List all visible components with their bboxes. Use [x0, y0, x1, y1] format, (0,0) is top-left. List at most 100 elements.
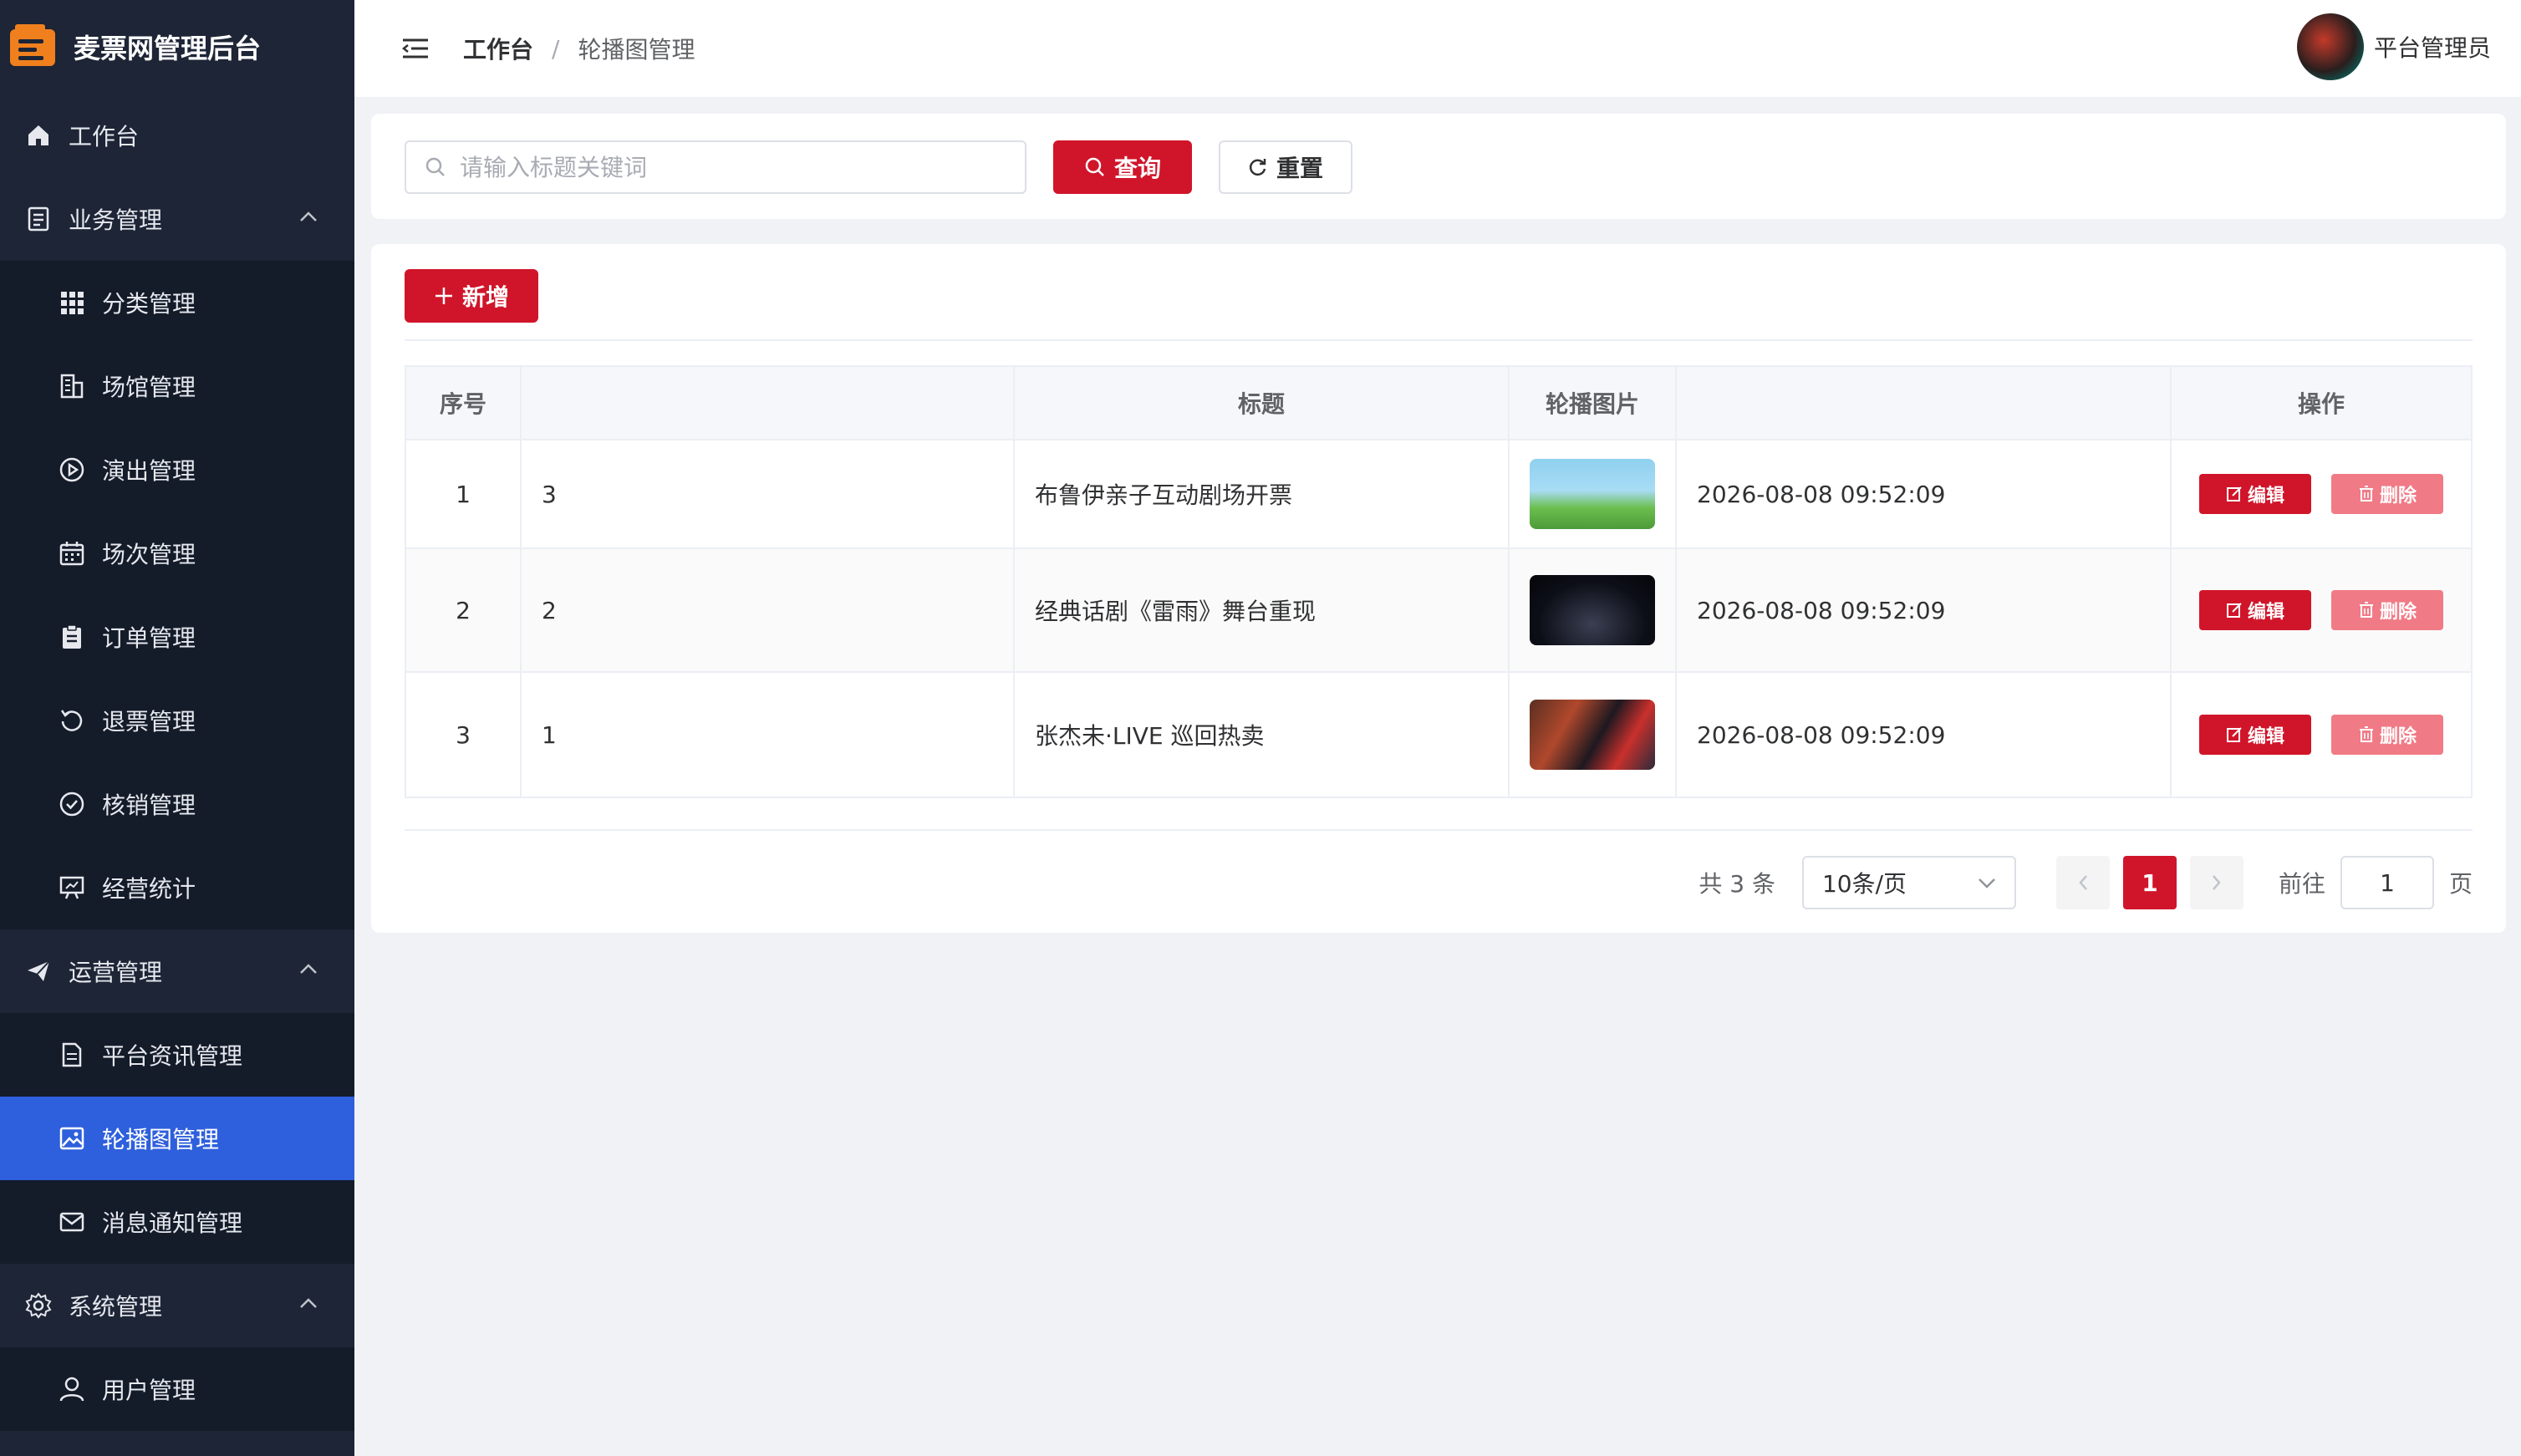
sidebar-item-label: 订单管理	[102, 624, 196, 652]
avatar[interactable]	[2296, 13, 2364, 80]
row-actions: 编辑 删除	[2172, 549, 2471, 671]
row-title: 张杰未·LIVE 巡回热卖	[1015, 673, 1510, 797]
sidebar-item-venue[interactable]: 场馆管理	[0, 344, 354, 428]
sidebar-item-category[interactable]: 分类管理	[0, 261, 354, 344]
reset-button[interactable]: 重置	[1219, 140, 1352, 194]
sidebar-item-notice[interactable]: 消息通知管理	[0, 1180, 354, 1264]
sidebar-item-label: 核销管理	[102, 792, 196, 819]
prev-page-button[interactable]	[2055, 856, 2110, 909]
delete-button[interactable]: 删除	[2331, 474, 2443, 514]
edit-button[interactable]: 编辑	[2199, 715, 2311, 755]
column-header-index: 序号	[406, 367, 522, 439]
delete-button[interactable]: 删除	[2331, 715, 2443, 755]
sidebar-group-operation[interactable]: 运营管理	[0, 929, 354, 1013]
sidebar-item-order[interactable]: 订单管理	[0, 595, 354, 679]
column-header-sort	[522, 367, 1015, 439]
row-index: 1	[406, 440, 522, 547]
sidebar-item-label: 平台资讯管理	[102, 1042, 243, 1070]
sidebar-item-show[interactable]: 演出管理	[0, 428, 354, 512]
building-icon	[60, 374, 84, 399]
pagination: 共 3 条 10条/页 1 前往 1 页	[1698, 856, 2473, 909]
table-row: 1 3 布鲁伊亲子互动剧场开票 2026-08-08 09:52:09 编辑 删…	[406, 440, 2471, 549]
page-size-select[interactable]: 10条/页	[1801, 856, 2016, 909]
row-sort: 1	[522, 673, 1015, 797]
delete-label: 删除	[2379, 726, 2417, 747]
user-menu[interactable]: 平台管理员	[2296, 13, 2491, 80]
table-row: 2 2 经典话剧《雷雨》舞台重现 2026-08-08 09:52:09 编辑 …	[406, 549, 2471, 673]
gear-icon	[25, 1292, 52, 1319]
breadcrumb-home[interactable]: 工作台	[463, 32, 533, 65]
sidebar-item-session[interactable]: 场次管理	[0, 512, 354, 595]
edit-icon	[2226, 486, 2242, 501]
banner-table: 序号 标题 轮播图片 操作 1 3 布鲁伊亲子互动剧场开票 2026-08-08…	[405, 365, 2473, 798]
edit-icon	[2226, 603, 2242, 618]
search-input[interactable]	[458, 152, 996, 182]
plus-icon	[435, 288, 452, 304]
pagination-divider	[405, 829, 2473, 831]
banner-thumbnail[interactable]	[1530, 575, 1655, 645]
sidebar-item-label: 运营管理	[69, 959, 163, 986]
breadcrumb-current: 轮播图管理	[578, 36, 695, 64]
sidebar-item-label: 经营统计	[102, 875, 196, 903]
chevron-down-icon	[1979, 878, 1995, 888]
presentation-icon	[59, 876, 84, 899]
sidebar-group-business[interactable]: 业务管理	[0, 177, 354, 261]
reset-button-label: 重置	[1276, 155, 1323, 182]
check-circle-icon	[59, 792, 84, 817]
edit-button[interactable]: 编辑	[2199, 590, 2311, 630]
row-time: 2026-08-08 09:52:09	[1677, 673, 2172, 797]
edit-button[interactable]: 编辑	[2199, 474, 2311, 514]
sidebar-item-refund[interactable]: 退票管理	[0, 679, 354, 762]
row-title: 布鲁伊亲子互动剧场开票	[1015, 440, 1510, 547]
chevron-up-icon	[300, 1298, 317, 1308]
message-icon	[59, 1212, 84, 1232]
edit-label: 编辑	[2247, 486, 2284, 507]
sidebar-item-label: 工作台	[69, 123, 140, 150]
picture-icon	[59, 1127, 84, 1150]
banner-thumbnail[interactable]	[1530, 700, 1655, 770]
sidebar-item-user[interactable]: 用户管理	[0, 1347, 354, 1431]
sidebar-item-workbench[interactable]: 工作台	[0, 94, 354, 177]
page-number-current[interactable]: 1	[2122, 856, 2177, 909]
sidebar-item-label: 用户管理	[102, 1377, 196, 1404]
next-page-button[interactable]	[2189, 856, 2243, 909]
delete-button[interactable]: 删除	[2331, 590, 2443, 630]
chevron-right-icon	[2213, 875, 2221, 890]
sidebar-item-label: 分类管理	[102, 290, 196, 318]
page-size-value: 10条/页	[1821, 870, 1907, 898]
sidebar-item-label: 场次管理	[102, 541, 196, 568]
row-index: 2	[406, 549, 522, 671]
row-actions: 编辑 删除	[2172, 440, 2471, 547]
top-header: 工作台 / 轮播图管理 平台管理员	[354, 0, 2521, 97]
goto-page-input[interactable]: 1	[2340, 856, 2434, 909]
sidebar-group-system[interactable]: 系统管理	[0, 1264, 354, 1347]
app-logo[interactable]: 麦票网管理后台	[0, 0, 354, 94]
ticket-logo-icon	[10, 24, 55, 66]
goto-label: 前往	[2278, 870, 2325, 898]
menu-fold-icon[interactable]	[401, 37, 430, 60]
query-button-label: 查询	[1113, 155, 1161, 182]
play-circle-icon	[59, 457, 84, 482]
document-icon	[28, 206, 49, 232]
clipboard-icon	[63, 624, 81, 649]
row-image-cell	[1510, 673, 1677, 797]
sidebar-item-stats[interactable]: 经营统计	[0, 846, 354, 929]
search-panel: 查询 重置	[371, 114, 2506, 219]
paper-plane-icon	[28, 960, 50, 981]
refresh-icon	[60, 710, 83, 731]
document-icon	[62, 1042, 82, 1067]
search-field[interactable]	[405, 140, 1026, 194]
sidebar-item-news[interactable]: 平台资讯管理	[0, 1013, 354, 1097]
table-row: 3 1 张杰未·LIVE 巡回热卖 2026-08-08 09:52:09 编辑…	[406, 673, 2471, 797]
home-icon	[28, 125, 48, 145]
query-button[interactable]: 查询	[1053, 140, 1192, 194]
sidebar-item-verify[interactable]: 核销管理	[0, 762, 354, 846]
trash-icon	[2359, 602, 2373, 618]
add-button[interactable]: 新增	[405, 269, 538, 323]
trash-icon	[2359, 726, 2373, 742]
sidebar-item-banner[interactable]: 轮播图管理	[0, 1097, 354, 1180]
banner-thumbnail[interactable]	[1530, 459, 1655, 529]
row-index: 3	[406, 673, 522, 797]
delete-label: 删除	[2379, 486, 2417, 507]
user-name[interactable]: 平台管理员	[2374, 30, 2491, 64]
